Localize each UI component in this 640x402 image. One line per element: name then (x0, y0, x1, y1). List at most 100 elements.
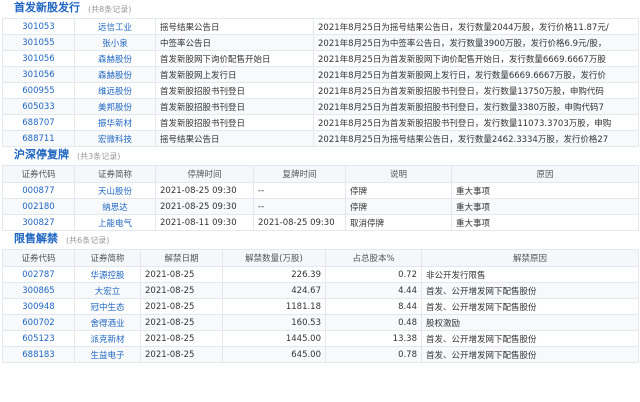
stock-name-link[interactable]: 远信工业 (74, 18, 156, 35)
table-row: 688711 宏微科技 摇号结果公告日 2021年8月25日为摇号结果公告日，发行数量… (2, 130, 639, 147)
description-cell: 2021年8月25日为摇号结果公告日，发行数量2044万股，发行价格11.87元… (313, 18, 639, 35)
stock-name-link[interactable]: 振华新材 (74, 114, 156, 131)
stock-name-link[interactable]: 舍得酒业 (74, 314, 141, 331)
note-cell: 取消停牌 (345, 214, 452, 231)
unlock-reason-cell: 首发、公开增发网下配售股份 (421, 330, 639, 347)
suspend-section-header: 沪深停复牌 (共3条记录) (0, 147, 640, 165)
header-pct: 占总股本% (325, 249, 422, 267)
stock-name-link[interactable]: 张小泉 (74, 34, 156, 51)
table-row: 605033 美邦股份 首发新股招股书刊登日 2021年8月25日为首发新股招股书刊登… (2, 98, 639, 115)
stock-code-link[interactable]: 300948 (2, 298, 75, 315)
stock-code-link[interactable]: 301056 (2, 66, 75, 83)
suspend-section-title: 沪深停复牌 (14, 148, 69, 161)
header-unlock-reason: 解禁原因 (421, 249, 639, 267)
event-cell: 摇号结果公告日 (155, 130, 314, 147)
unlock-reason-cell: 首发、公开增发网下配售股份 (421, 346, 639, 363)
stock-code-link[interactable]: 300827 (2, 214, 75, 231)
table-row: 300827 上能电气 2021-08-11 09:30 2021-08-25 09:… (2, 214, 639, 231)
stock-name-link[interactable]: 森赫股份 (74, 50, 156, 67)
header-name: 证券简称 (74, 249, 141, 267)
unlock-reason-cell: 股权激励 (421, 314, 639, 331)
event-cell: 首发新股网上发行日 (155, 66, 314, 83)
table-row: 301056 森赫股份 首发新股网上发行日 2021年8月25日为首发新股网上发行日，… (2, 66, 639, 83)
stock-name-link[interactable]: 天山股份 (74, 182, 156, 199)
pct-cell: 0.78 (325, 346, 422, 363)
stock-name-link[interactable]: 宏微科技 (74, 130, 156, 147)
stop-time-cell: 2021-08-25 09:30 (155, 198, 254, 215)
description-cell: 2021年8月25日为首发新股招股书刊登日，发行数量11073.3703万股，申… (313, 114, 639, 131)
unlock-date-cell: 2021-08-25 (140, 330, 223, 347)
ipo-section-header: 首发新股发行 (共8条记录) (0, 0, 640, 18)
stock-code-link[interactable]: 301056 (2, 50, 75, 67)
event-cell: 首发新股招股书刊登日 (155, 82, 314, 99)
unlock-qty-cell: 226.39 (222, 266, 326, 283)
stock-code-link[interactable]: 002787 (2, 266, 75, 283)
header-unlock-date: 解禁日期 (140, 249, 223, 267)
ipo-table-body: 301053 远信工业 摇号结果公告日 2021年8月25日为摇号结果公告日，发行数量… (2, 18, 639, 147)
header-unlock-qty: 解禁数量(万股) (222, 249, 326, 267)
unlock-table-body: 002787 华源控股 2021-08-25 226.39 0.72 非公开发行限售 300… (2, 266, 639, 363)
unlock-table: 证券代码 证券简称 解禁日期 解禁数量(万股) 占总股本% 解禁原因 00278… (2, 249, 639, 363)
table-row: 301056 森赫股份 首发新股网下询价配售开始日 2021年8月25日为首发新股网下… (2, 50, 639, 67)
stock-code-link[interactable]: 300865 (2, 282, 75, 299)
event-cell: 摇号结果公告日 (155, 18, 314, 35)
reason-cell: 重大事项 (451, 182, 639, 199)
table-row: 002787 华源控股 2021-08-25 226.39 0.72 非公开发行限售 (2, 266, 639, 283)
stock-code-link[interactable]: 688183 (2, 346, 75, 363)
unlock-date-cell: 2021-08-25 (140, 282, 223, 299)
stock-name-link[interactable]: 冠中生态 (74, 298, 141, 315)
unlock-record-count: (共6条记录) (66, 236, 110, 245)
pct-cell: 8.44 (325, 298, 422, 315)
stock-code-link[interactable]: 600702 (2, 314, 75, 331)
stock-name-link[interactable]: 纳思达 (74, 198, 156, 215)
stock-code-link[interactable]: 002180 (2, 198, 75, 215)
stock-code-link[interactable]: 301055 (2, 34, 75, 51)
stock-code-link[interactable]: 000877 (2, 182, 75, 199)
ipo-section-title: 首发新股发行 (14, 1, 80, 14)
stock-code-link[interactable]: 605123 (2, 330, 75, 347)
stock-name-link[interactable]: 华源控股 (74, 266, 141, 283)
stock-name-link[interactable]: 森赫股份 (74, 66, 156, 83)
header-reason: 原因 (451, 165, 639, 183)
event-cell: 首发新股招股书刊登日 (155, 98, 314, 115)
stock-code-link[interactable]: 600955 (2, 82, 75, 99)
table-row: 300865 大宏立 2021-08-25 424.67 4.44 首发、公开增发网下配售… (2, 282, 639, 299)
stock-name-link[interactable]: 生益电子 (74, 346, 141, 363)
stock-code-link[interactable]: 301053 (2, 18, 75, 35)
description-cell: 2021年8月25日为中签率公告日，发行数量3900万股，发行价格6.9元/股， (313, 34, 639, 51)
pct-cell: 13.38 (325, 330, 422, 347)
unlock-reason-cell: 非公开发行限售 (421, 266, 639, 283)
unlock-section-title: 限售解禁 (14, 232, 58, 245)
unlock-qty-cell: 1445.00 (222, 330, 326, 347)
stock-code-link[interactable]: 688707 (2, 114, 75, 131)
unlock-qty-cell: 645.00 (222, 346, 326, 363)
reason-cell: 重大事项 (451, 214, 639, 231)
suspend-header-row: 证券代码 证券简称 停牌时间 复牌时间 说明 原因 (2, 165, 639, 183)
resume-time-cell: -- (253, 198, 346, 215)
unlock-section-header: 限售解禁 (共6条记录) (0, 231, 640, 249)
table-row: 301053 远信工业 摇号结果公告日 2021年8月25日为摇号结果公告日，发行数量… (2, 18, 639, 35)
stock-name-link[interactable]: 美邦股份 (74, 98, 156, 115)
unlock-date-cell: 2021-08-25 (140, 346, 223, 363)
pct-cell: 0.48 (325, 314, 422, 331)
note-cell: 停牌 (345, 198, 452, 215)
note-cell: 停牌 (345, 182, 452, 199)
stock-name-link[interactable]: 维远股份 (74, 82, 156, 99)
suspend-table-body: 000877 天山股份 2021-08-25 09:30 -- 停牌 重大事项 002180… (2, 182, 639, 231)
unlock-date-cell: 2021-08-25 (140, 266, 223, 283)
resume-time-cell: -- (253, 182, 346, 199)
stock-name-link[interactable]: 派克新材 (74, 330, 141, 347)
unlock-reason-cell: 首发、公开增发网下配售股份 (421, 298, 639, 315)
stock-code-link[interactable]: 605033 (2, 98, 75, 115)
header-code: 证券代码 (2, 165, 75, 183)
stock-name-link[interactable]: 上能电气 (74, 214, 156, 231)
description-cell: 2021年8月25日为首发新股网下询价配售开始日，发行数量6669.6667万股 (313, 50, 639, 67)
unlock-qty-cell: 160.53 (222, 314, 326, 331)
table-row: 000877 天山股份 2021-08-25 09:30 -- 停牌 重大事项 (2, 182, 639, 199)
unlock-header-row: 证券代码 证券简称 解禁日期 解禁数量(万股) 占总股本% 解禁原因 (2, 249, 639, 267)
stock-code-link[interactable]: 688711 (2, 130, 75, 147)
stop-time-cell: 2021-08-25 09:30 (155, 182, 254, 199)
header-resume-time: 复牌时间 (253, 165, 346, 183)
stock-name-link[interactable]: 大宏立 (74, 282, 141, 299)
event-cell: 首发新股网下询价配售开始日 (155, 50, 314, 67)
